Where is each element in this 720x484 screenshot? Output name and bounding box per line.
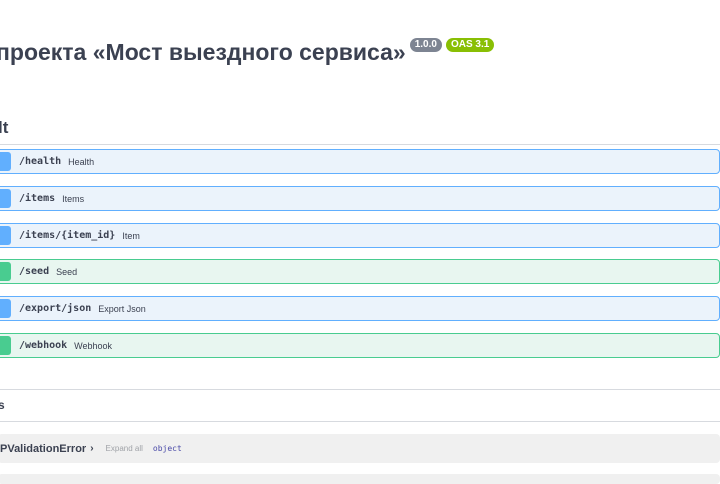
schemas-title: s <box>0 398 5 412</box>
operation-row[interactable]: /export/json Export Json <box>0 296 720 321</box>
method-badge <box>0 189 11 208</box>
operation-row[interactable]: /items Items <box>0 186 720 211</box>
operation-summary: Seed <box>56 266 78 277</box>
operation-summary: Health <box>68 156 95 167</box>
model-name: PValidationError <box>0 442 87 455</box>
tag-section-title: lt <box>0 118 9 137</box>
api-title-block: проекта «Мост выездного сервиса» 1.0.0 O… <box>0 34 495 70</box>
operation-summary: Webhook <box>74 340 113 351</box>
operation-path: /items/{item_id} <box>19 230 116 241</box>
version-badges: 1.0.0 OAS 3.1 <box>409 38 495 52</box>
method-badge <box>0 152 11 171</box>
model-row[interactable]: PValidationError › Expand all object <box>0 434 720 463</box>
method-badge <box>0 262 11 281</box>
version-badge: 1.0.0 <box>409 38 442 52</box>
page-title: проекта «Мост выездного сервиса» <box>0 39 406 65</box>
operation-path: /export/json <box>19 303 92 314</box>
method-badge <box>0 226 11 245</box>
operation-row[interactable]: /webhook Webhook <box>0 333 720 358</box>
chevron-right-icon[interactable]: › <box>90 443 93 454</box>
method-badge <box>0 299 11 318</box>
next-model-row[interactable] <box>0 474 720 484</box>
operation-summary: Item <box>122 230 140 241</box>
method-badge <box>0 336 11 355</box>
operation-row[interactable]: /health Health <box>0 149 720 174</box>
operation-row[interactable]: /items/{item_id} Item <box>0 223 720 248</box>
operation-path: /seed <box>19 266 50 277</box>
operation-summary: Export Json <box>98 303 146 314</box>
operation-path: /items <box>19 193 56 204</box>
operation-row[interactable]: /seed Seed <box>0 259 720 284</box>
model-type: object <box>152 444 182 453</box>
expand-all-link[interactable]: Expand all <box>106 444 143 453</box>
operation-summary: Items <box>62 193 85 204</box>
schemas-section-header[interactable]: s <box>0 389 720 422</box>
tag-section-header[interactable]: lt <box>0 117 720 145</box>
operation-path: /webhook <box>19 340 68 351</box>
oas-badge: OAS 3.1 <box>445 38 495 52</box>
operation-path: /health <box>19 156 62 167</box>
